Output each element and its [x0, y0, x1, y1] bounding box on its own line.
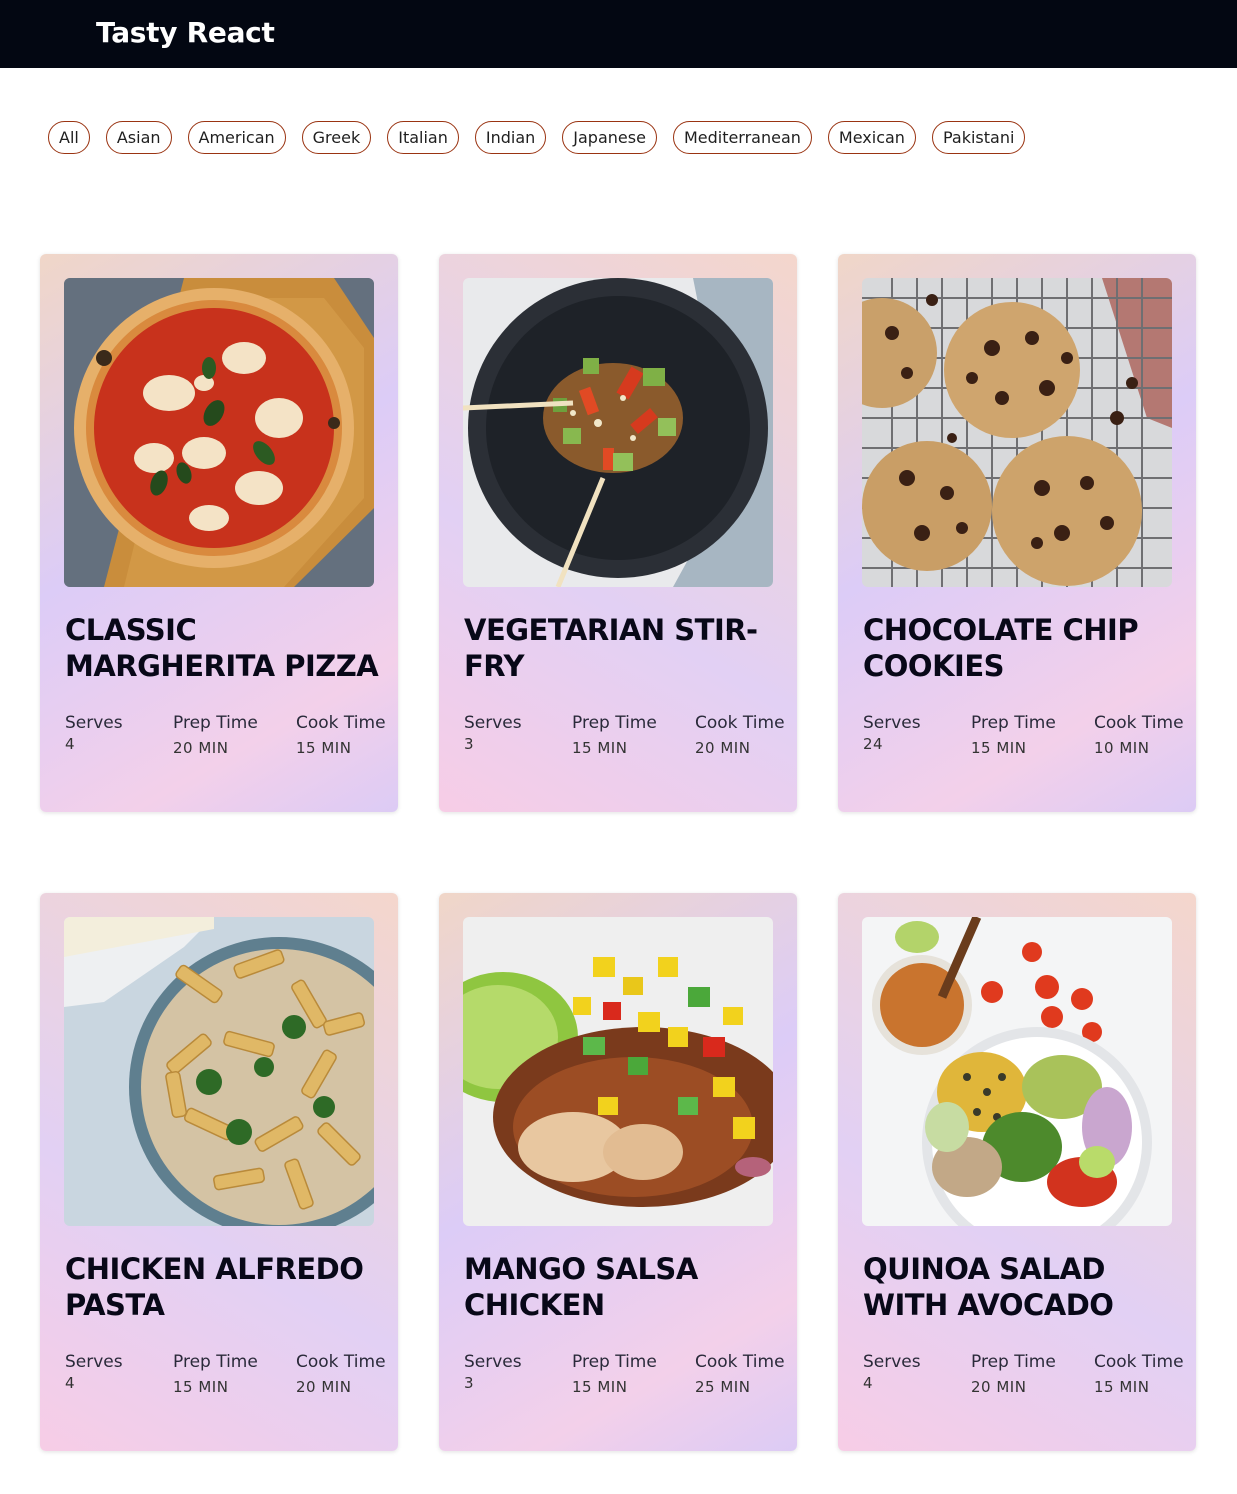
filter-chip-pakistani[interactable]: Pakistani — [931, 121, 1026, 154]
prep-time-label: Prep Time — [572, 713, 657, 733]
serves-value: 3 — [464, 735, 475, 753]
prep-time-info: Prep Time 20 MIN — [971, 1348, 1061, 1396]
filter-chip-italian[interactable]: Italian — [387, 121, 459, 154]
serves-value: 4 — [863, 1374, 874, 1392]
prep-time-info: Prep Time 20 MIN — [173, 709, 263, 757]
prep-time-value: 20 MIN — [173, 739, 229, 757]
recipe-card[interactable]: Mango Salsa Chicken Serves 3 Prep Time 1… — [439, 893, 797, 1451]
cook-time-value: 25 MIN — [695, 1378, 751, 1396]
prep-time-label: Prep Time — [173, 1352, 258, 1372]
filter-chip-mediterranean[interactable]: Mediterranean — [672, 121, 812, 154]
cook-time-info: Cook Time 10 MIN — [1094, 709, 1184, 757]
prep-time-value: 15 MIN — [971, 739, 1027, 757]
cook-time-value: 15 MIN — [1094, 1378, 1150, 1396]
serves-info: Serves 4 — [65, 1348, 123, 1392]
recipe-card[interactable]: Quinoa Salad with Avocado Serves 4 Prep … — [838, 893, 1196, 1451]
cook-time-label: Cook Time — [1094, 1352, 1184, 1372]
serves-info: Serves 24 — [863, 709, 921, 753]
filter-chip-american[interactable]: American — [187, 121, 286, 154]
stir-fry-photo[interactable] — [463, 278, 773, 587]
filter-chip-all[interactable]: All — [48, 121, 90, 154]
prep-time-label: Prep Time — [971, 713, 1056, 733]
recipe-title[interactable]: Mango Salsa Chicken — [464, 1251, 782, 1323]
prep-time-info: Prep Time 15 MIN — [971, 709, 1061, 757]
prep-time-info: Prep Time 15 MIN — [572, 709, 662, 757]
cook-time-label: Cook Time — [296, 713, 386, 733]
cook-time-info: Cook Time 25 MIN — [695, 1348, 785, 1396]
cook-time-info: Cook Time 20 MIN — [296, 1348, 386, 1396]
prep-time-label: Prep Time — [572, 1352, 657, 1372]
serves-value: 3 — [464, 1374, 475, 1392]
cuisine-filter-bar: All Asian American Greek Italian Indian … — [48, 121, 1041, 154]
recipe-card[interactable]: Chocolate Chip Cookies Serves 24 Prep Ti… — [838, 254, 1196, 812]
serves-value: 4 — [65, 1374, 76, 1392]
chicken-photo[interactable] — [463, 917, 773, 1226]
serves-label: Serves — [464, 1352, 522, 1372]
recipe-card[interactable]: Vegetarian Stir-Fry Serves 3 Prep Time 1… — [439, 254, 797, 812]
serves-info: Serves 3 — [464, 1348, 522, 1392]
top-navbar: Tasty React — [0, 0, 1237, 68]
prep-time-label: Prep Time — [971, 1352, 1056, 1372]
prep-time-info: Prep Time 15 MIN — [572, 1348, 662, 1396]
cook-time-value: 10 MIN — [1094, 739, 1150, 757]
serves-value: 24 — [863, 735, 884, 753]
serves-info: Serves 3 — [464, 709, 522, 753]
filter-chip-japanese[interactable]: Japanese — [562, 121, 657, 154]
cook-time-info: Cook Time 15 MIN — [1094, 1348, 1184, 1396]
serves-label: Serves — [464, 713, 522, 733]
prep-time-value: 15 MIN — [572, 1378, 628, 1396]
prep-time-value: 20 MIN — [971, 1378, 1027, 1396]
prep-time-info: Prep Time 15 MIN — [173, 1348, 263, 1396]
filter-chip-indian[interactable]: Indian — [474, 121, 547, 154]
recipe-title[interactable]: Vegetarian Stir-Fry — [464, 612, 782, 684]
cook-time-value: 20 MIN — [695, 739, 751, 757]
prep-time-value: 15 MIN — [572, 739, 628, 757]
cook-time-info: Cook Time 20 MIN — [695, 709, 785, 757]
recipe-card[interactable]: Classic Margherita Pizza Serves 4 Prep T… — [40, 254, 398, 812]
serves-info: Serves 4 — [863, 1348, 921, 1392]
cook-time-value: 20 MIN — [296, 1378, 352, 1396]
cook-time-label: Cook Time — [296, 1352, 386, 1372]
pizza-photo[interactable] — [64, 278, 374, 587]
cook-time-info: Cook Time 15 MIN — [296, 709, 386, 757]
recipe-title[interactable]: Quinoa Salad with Avocado — [863, 1251, 1181, 1323]
cook-time-label: Cook Time — [695, 1352, 785, 1372]
recipe-card[interactable]: Chicken Alfredo Pasta Serves 4 Prep Time… — [40, 893, 398, 1451]
recipe-title[interactable]: Classic Margherita Pizza — [65, 612, 383, 684]
serves-value: 4 — [65, 735, 76, 753]
filter-chip-mexican[interactable]: Mexican — [827, 121, 916, 154]
serves-label: Serves — [863, 1352, 921, 1372]
prep-time-value: 15 MIN — [173, 1378, 229, 1396]
serves-label: Serves — [863, 713, 921, 733]
serves-label: Serves — [65, 713, 123, 733]
salad-photo[interactable] — [862, 917, 1172, 1226]
recipe-title[interactable]: Chicken Alfredo Pasta — [65, 1251, 383, 1323]
prep-time-label: Prep Time — [173, 713, 258, 733]
recipe-title[interactable]: Chocolate Chip Cookies — [863, 612, 1181, 684]
brand-logo[interactable]: Tasty React — [96, 16, 275, 49]
pasta-photo[interactable] — [64, 917, 374, 1226]
filter-chip-greek[interactable]: Greek — [301, 121, 372, 154]
cook-time-label: Cook Time — [695, 713, 785, 733]
serves-info: Serves 4 — [65, 709, 123, 753]
cook-time-value: 15 MIN — [296, 739, 352, 757]
filter-chip-asian[interactable]: Asian — [105, 121, 172, 154]
serves-label: Serves — [65, 1352, 123, 1372]
cookies-photo[interactable] — [862, 278, 1172, 587]
cook-time-label: Cook Time — [1094, 713, 1184, 733]
